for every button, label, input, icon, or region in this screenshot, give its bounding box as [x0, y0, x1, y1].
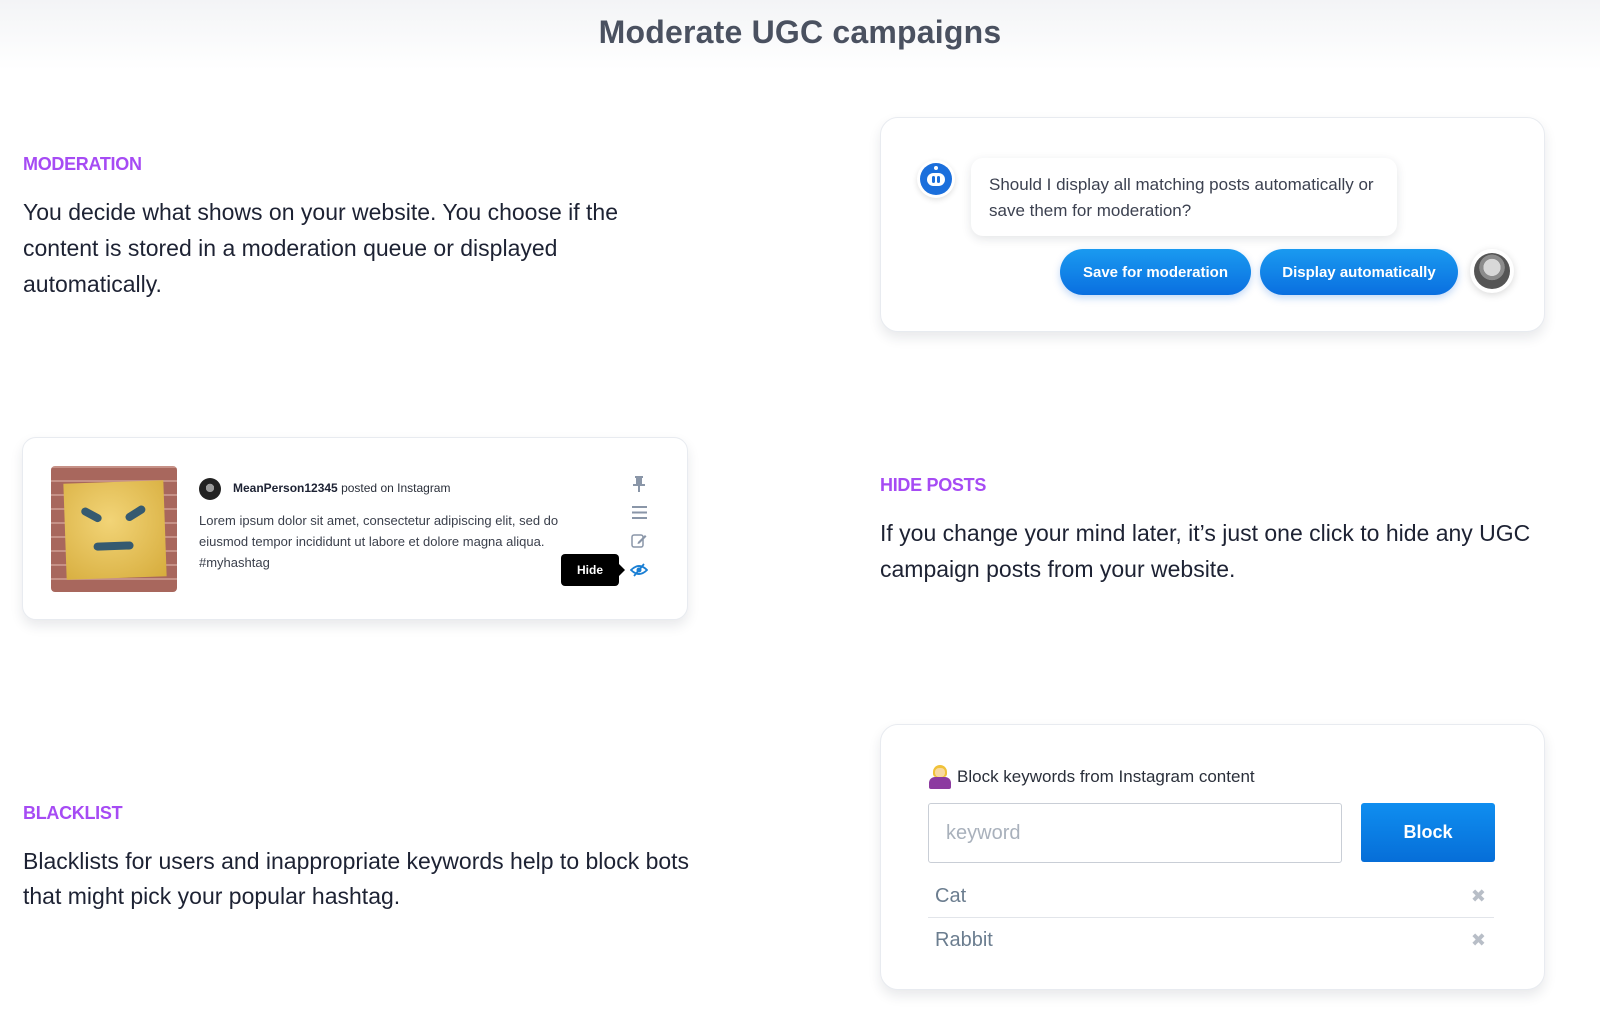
user-photo: [1474, 253, 1510, 289]
keyword-row: Rabbit ✖: [928, 919, 1494, 961]
edit-icon[interactable]: [629, 530, 649, 550]
post-author-avatar: [199, 478, 221, 500]
hide-posts-description: If you change your mind later, it’s just…: [880, 520, 1531, 582]
blacklist-card: Block keywords from Instagram content Bl…: [880, 724, 1545, 990]
bot-avatar: [917, 160, 955, 198]
block-button[interactable]: Block: [1361, 803, 1495, 862]
woman-gesturing-no-icon: [929, 765, 951, 789]
chat-question-bubble: Should I display all matching posts auto…: [971, 158, 1397, 236]
moderation-chat-card: Should I display all matching posts auto…: [880, 117, 1545, 332]
post-author-line: MeanPerson12345 posted on Instagram: [233, 481, 450, 495]
angry-face-sign: [63, 480, 167, 580]
post-image: [51, 466, 177, 592]
save-for-moderation-button[interactable]: Save for moderation: [1060, 249, 1251, 295]
menu-icon[interactable]: [629, 502, 649, 522]
blacklist-card-title: Block keywords from Instagram content: [929, 765, 1255, 789]
blacklist-label: BLACKLIST: [23, 803, 123, 823]
blacklist-title-text: Block keywords from Instagram content: [957, 767, 1255, 786]
keyword-input[interactable]: [928, 803, 1342, 863]
keyword-label: Cat: [935, 885, 967, 907]
post-source: posted on Instagram: [341, 481, 451, 495]
eye-slash-icon[interactable]: [629, 560, 649, 580]
user-avatar: [1470, 249, 1514, 293]
moderation-label: MODERATION: [23, 154, 142, 174]
hide-posts-label: HIDE POSTS: [880, 475, 987, 495]
remove-keyword-icon[interactable]: ✖: [1471, 930, 1486, 951]
robot-icon: [920, 163, 952, 195]
remove-keyword-icon[interactable]: ✖: [1471, 886, 1486, 907]
keyword-label: Rabbit: [935, 928, 993, 951]
post-card: MeanPerson12345 posted on Instagram Lore…: [22, 437, 688, 620]
post-body: Lorem ipsum dolor sit amet, consectetur …: [199, 513, 559, 570]
hide-tooltip: Hide: [561, 554, 625, 586]
blacklist-description: Blacklists for users and inappropriate k…: [23, 848, 690, 909]
moderation-description: You decide what shows on your website. Y…: [23, 199, 619, 297]
display-automatically-button[interactable]: Display automatically: [1260, 249, 1458, 295]
pin-icon[interactable]: [629, 474, 649, 494]
keyword-row: Cat ✖: [928, 876, 1494, 918]
page-title: Moderate UGC campaigns: [598, 14, 1002, 50]
post-author-name[interactable]: MeanPerson12345: [233, 481, 338, 495]
